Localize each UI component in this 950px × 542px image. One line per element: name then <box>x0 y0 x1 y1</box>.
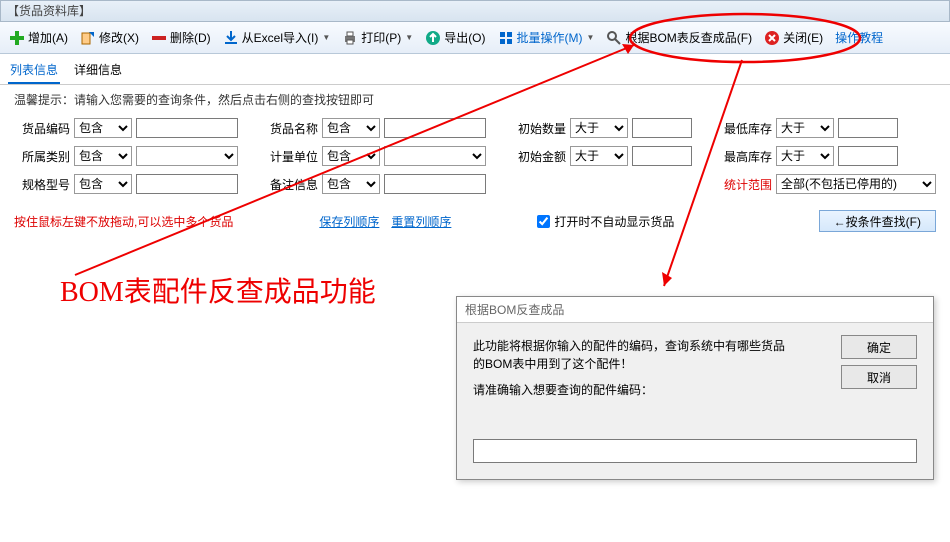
add-button[interactable]: 增加(A) <box>4 25 73 51</box>
toolbar: 增加(A) 修改(X) 删除(D) 从Excel导入(I) ▼ 打印(P) ▼ … <box>0 22 950 54</box>
dialog-ok-button[interactable]: 确定 <box>841 335 917 359</box>
edit-button[interactable]: 修改(X) <box>75 25 144 51</box>
close-icon <box>764 30 780 46</box>
initamt-op[interactable]: 大于 <box>570 146 628 166</box>
drag-tip: 按住鼠标左键不放拖动,可以选中多个货品 <box>14 213 233 230</box>
minus-icon <box>151 30 167 46</box>
search-button[interactable]: ←按条件查找(F) <box>819 210 936 232</box>
bom-dialog: 根据BOM反查成品 此功能将根据你输入的配件的编码，查询系统中有哪些货品的BOM… <box>456 296 934 480</box>
spec-input[interactable] <box>136 174 238 194</box>
label-initqty: 初始数量 <box>510 120 566 137</box>
action-row: 按住鼠标左键不放拖动,可以选中多个货品 保存列顺序 重置列顺序 打开时不自动显示… <box>0 200 950 238</box>
delete-button[interactable]: 删除(D) <box>146 25 216 51</box>
maxstock-input[interactable] <box>838 146 898 166</box>
download-icon <box>223 30 239 46</box>
dialog-desc: 此功能将根据你输入的配件的编码，查询系统中有哪些货品的BOM表中用到了这个配件！ <box>473 337 793 373</box>
name-op[interactable]: 包含 <box>322 118 380 138</box>
code-input[interactable] <box>136 118 238 138</box>
dialog-code-input[interactable] <box>473 439 917 463</box>
tab-list[interactable]: 列表信息 <box>8 58 60 84</box>
category-input[interactable] <box>136 146 238 166</box>
dialog-title: 根据BOM反查成品 <box>457 297 933 323</box>
edit-icon <box>80 30 96 46</box>
save-sort-link[interactable]: 保存列顺序 <box>319 213 379 230</box>
initamt-input[interactable] <box>632 146 692 166</box>
export-button[interactable]: 导出(O) <box>420 25 490 51</box>
chevron-down-icon: ▼ <box>322 33 330 42</box>
annotation-text: BOM表配件反查成品功能 <box>60 270 376 310</box>
label-category: 所属类别 <box>14 148 70 165</box>
name-input[interactable] <box>384 118 486 138</box>
label-code: 货品编码 <box>14 120 70 137</box>
minstock-op[interactable]: 大于 <box>776 118 834 138</box>
dialog-prompt: 请准确输入想要查询的配件编码： <box>473 381 793 399</box>
tabstrip: 列表信息 详细信息 <box>0 54 950 85</box>
spec-op[interactable]: 包含 <box>74 174 132 194</box>
unit-input[interactable] <box>384 146 486 166</box>
chevron-down-icon: ▼ <box>405 33 413 42</box>
batch-button[interactable]: 批量操作(M) ▼ <box>493 25 600 51</box>
label-name: 货品名称 <box>262 120 318 137</box>
batch-icon <box>498 30 514 46</box>
autoload-box[interactable] <box>537 215 550 228</box>
label-remark: 备注信息 <box>262 176 318 193</box>
label-spec: 规格型号 <box>14 176 70 193</box>
import-button[interactable]: 从Excel导入(I) ▼ <box>218 25 336 51</box>
minstock-input[interactable] <box>838 118 898 138</box>
category-op[interactable]: 包含 <box>74 146 132 166</box>
dialog-cancel-button[interactable]: 取消 <box>841 365 917 389</box>
remark-input[interactable] <box>384 174 486 194</box>
reset-sort-link[interactable]: 重置列顺序 <box>391 213 451 230</box>
search-icon <box>606 30 622 46</box>
scope-select[interactable]: 全部(不包括已停用的) <box>776 174 936 194</box>
printer-icon <box>342 30 358 46</box>
autoload-checkbox[interactable]: 打开时不自动显示货品 <box>537 213 674 230</box>
close-button[interactable]: 关闭(E) <box>759 25 828 51</box>
label-maxstock: 最高库存 <box>716 148 772 165</box>
initqty-op[interactable]: 大于 <box>570 118 628 138</box>
filter-panel: 货品编码 包含 货品名称 包含 初始数量 大于 最低库存 大于 所属类别 包含 … <box>0 112 950 200</box>
bom-lookup-button[interactable]: 根据BOM表反查成品(F) <box>601 25 757 51</box>
code-op[interactable]: 包含 <box>74 118 132 138</box>
initqty-input[interactable] <box>632 118 692 138</box>
label-minstock: 最低库存 <box>716 120 772 137</box>
unit-op[interactable]: 包含 <box>322 146 380 166</box>
label-unit: 计量单位 <box>262 148 318 165</box>
tab-detail[interactable]: 详细信息 <box>72 58 124 84</box>
window-title: 【货品资料库】 <box>0 0 950 22</box>
export-icon <box>425 30 441 46</box>
chevron-down-icon: ▼ <box>587 33 595 42</box>
hint-text: 温馨提示：请输入您需要的查询条件，然后点击右侧的查找按钮即可 <box>0 85 950 112</box>
tutorial-link[interactable]: 操作教程 <box>830 25 888 51</box>
plus-icon <box>9 30 25 46</box>
print-button[interactable]: 打印(P) ▼ <box>337 25 418 51</box>
label-initamt: 初始金额 <box>510 148 566 165</box>
maxstock-op[interactable]: 大于 <box>776 146 834 166</box>
label-scope: 统计范围 <box>716 176 772 193</box>
remark-op[interactable]: 包含 <box>322 174 380 194</box>
